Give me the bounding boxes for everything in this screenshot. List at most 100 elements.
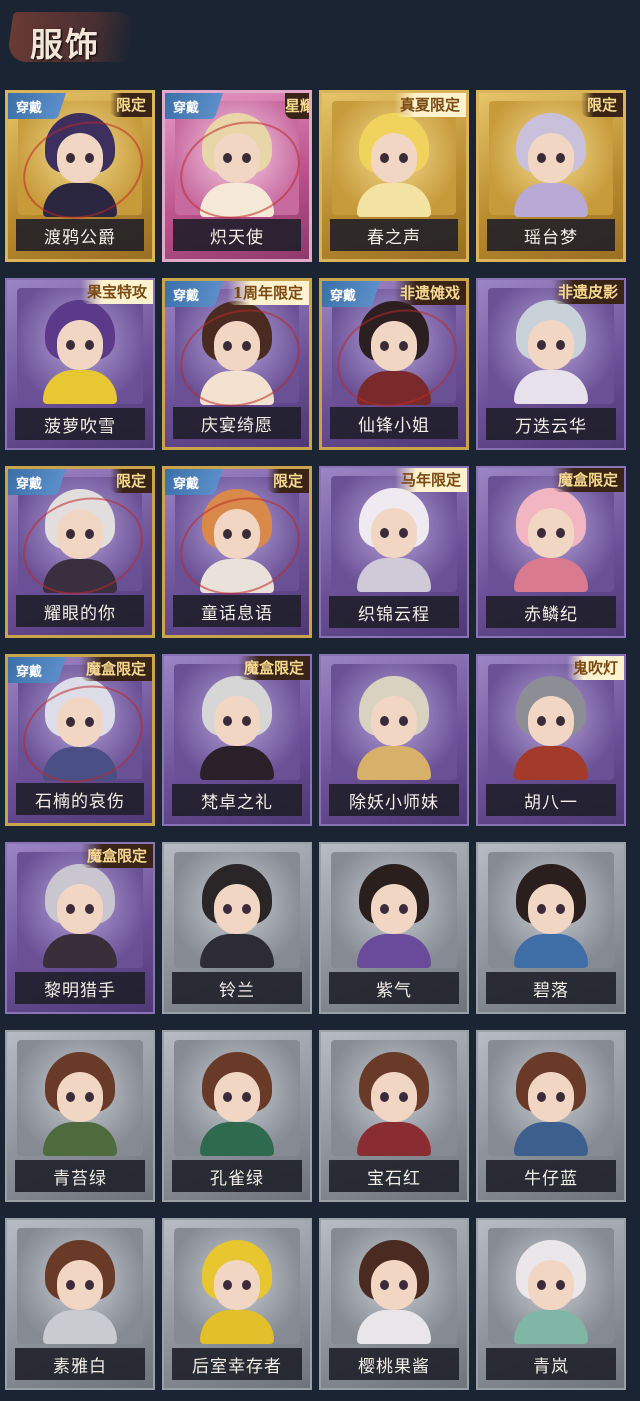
costume-name-bar: 素雅白 <box>15 1348 145 1380</box>
outfit-shape <box>357 934 431 968</box>
costume-card[interactable]: 穿戴 1周年限定 庆宴绮愿 <box>162 278 312 450</box>
costume-card[interactable]: 铃兰 <box>162 842 312 1014</box>
worn-badge-label: 穿戴 <box>173 101 200 116</box>
worn-badge-label: 穿戴 <box>16 477 43 492</box>
costume-card[interactable]: 穿戴 限定 童话息语 <box>162 466 312 638</box>
costume-card[interactable]: 后室幸存者 <box>162 1218 312 1390</box>
eye-icon <box>556 904 565 914</box>
character-avatar-icon <box>192 676 282 780</box>
eye-icon <box>242 1280 251 1290</box>
costume-name: 素雅白 <box>53 1356 107 1377</box>
costume-card[interactable]: 紫气 <box>319 842 469 1014</box>
character-avatar-icon <box>506 488 596 592</box>
costume-card[interactable]: 宝石红 <box>319 1030 469 1202</box>
costume-portrait <box>489 101 613 217</box>
limited-tag: 限定 <box>266 469 309 493</box>
costume-card[interactable]: 穿戴 限定 渡鸦公爵 <box>5 90 155 262</box>
outfit-shape <box>514 183 588 217</box>
costume-portrait <box>174 1040 300 1156</box>
costume-portrait <box>174 852 300 968</box>
costume-card[interactable]: 牛仔蓝 <box>476 1030 626 1202</box>
costume-card[interactable]: 孔雀绿 <box>162 1030 312 1202</box>
costume-card[interactable]: 魔盒限定 赤鳞纪 <box>476 466 626 638</box>
costume-name: 织锦云程 <box>358 604 430 625</box>
header: 服饰 <box>0 0 640 78</box>
costume-name: 青岚 <box>533 1356 569 1377</box>
costume-name-bar: 紫气 <box>329 972 459 1004</box>
costume-name-bar: 孔雀绿 <box>172 1160 302 1192</box>
eye-icon <box>537 340 546 350</box>
face-shape <box>371 1072 417 1122</box>
outfit-shape <box>200 746 274 780</box>
eye-icon <box>399 528 408 538</box>
eye-icon <box>223 1092 232 1102</box>
eye-icon <box>380 904 389 914</box>
outfit-shape <box>200 1310 274 1344</box>
outfit-shape <box>357 183 431 217</box>
costume-name: 除妖小师妹 <box>349 792 439 813</box>
costume-card[interactable]: 青苔绿 <box>5 1030 155 1202</box>
costume-name-bar: 牛仔蓝 <box>486 1160 616 1192</box>
costume-card[interactable]: 穿戴 星耀限定炽天使 <box>162 90 312 262</box>
costume-card[interactable]: 除妖小师妹 <box>319 654 469 826</box>
face-shape <box>214 696 260 746</box>
costume-name: 仙锋小姐 <box>358 415 430 436</box>
costume-name-bar: 青岚 <box>486 1348 616 1380</box>
costume-portrait <box>488 288 614 404</box>
costume-card[interactable]: 非遗皮影 万迭云华 <box>476 278 626 450</box>
costume-portrait <box>331 1040 457 1156</box>
costume-name: 牛仔蓝 <box>524 1168 578 1189</box>
costume-card[interactable]: 马年限定 织锦云程 <box>319 466 469 638</box>
character-avatar-icon <box>35 1052 125 1156</box>
face-shape <box>528 696 574 746</box>
eye-icon <box>85 1092 94 1102</box>
costume-name: 樱桃果酱 <box>358 1356 430 1377</box>
eye-icon <box>537 153 546 163</box>
costume-card[interactable]: 魔盒限定 梵卓之礼 <box>162 654 312 826</box>
face-shape <box>371 508 417 558</box>
costume-card[interactable]: 素雅白 <box>5 1218 155 1390</box>
costume-name: 梵卓之礼 <box>201 792 273 813</box>
costume-card[interactable]: 樱桃果酱 <box>319 1218 469 1390</box>
costume-portrait <box>488 1040 614 1156</box>
character-avatar-icon <box>192 864 282 968</box>
costume-name-bar: 赤鳞纪 <box>486 596 616 628</box>
limited-tag: 1周年限定 <box>226 281 309 305</box>
limited-tag: 真夏限定 <box>393 93 466 117</box>
costume-name: 春之声 <box>367 227 421 248</box>
costume-name-bar: 碧落 <box>486 972 616 1004</box>
costume-card[interactable]: 碧落 <box>476 842 626 1014</box>
outfit-shape <box>514 1310 588 1344</box>
character-avatar-icon <box>192 1240 282 1344</box>
character-avatar-icon <box>506 113 596 217</box>
costume-name-bar: 石楠的哀伤 <box>16 783 144 815</box>
costume-portrait <box>174 664 300 780</box>
costume-card[interactable]: 果宝特攻 菠萝吹雪 <box>5 278 155 450</box>
limited-tag: 魔盒限定 <box>79 657 152 681</box>
eye-icon <box>380 528 389 538</box>
limited-tag: 魔盒限定 <box>80 844 153 868</box>
costume-card[interactable]: 穿戴 魔盒限定 石楠的哀伤 <box>5 654 155 826</box>
outfit-shape <box>200 1122 274 1156</box>
outfit-shape <box>43 1310 117 1344</box>
outfit-shape <box>43 370 117 404</box>
costume-card[interactable]: 青岚 <box>476 1218 626 1390</box>
costume-card[interactable]: 限定 瑶台梦 <box>476 90 626 262</box>
costume-name-bar: 黎明猎手 <box>15 972 145 1004</box>
costume-name-bar: 炽天使 <box>173 219 301 251</box>
costume-card[interactable]: 真夏限定春之声 <box>319 90 469 262</box>
costume-name: 石楠的哀伤 <box>35 791 125 812</box>
costume-card[interactable]: 魔盒限定黎明猎手 <box>5 842 155 1014</box>
eye-icon <box>380 1092 389 1102</box>
face-shape <box>57 884 103 934</box>
face-shape <box>528 884 574 934</box>
costume-card[interactable]: 穿戴 非遗傩戏 仙锋小姐 <box>319 278 469 450</box>
costume-name-bar: 樱桃果酱 <box>329 1348 459 1380</box>
outfit-shape <box>514 370 588 404</box>
face-shape <box>371 696 417 746</box>
costume-card[interactable]: 鬼吹灯 胡八一 <box>476 654 626 826</box>
costume-card[interactable]: 穿戴 限定 耀眼的你 <box>5 466 155 638</box>
eye-icon <box>242 1092 251 1102</box>
limited-tag: 果宝特攻 <box>80 280 153 304</box>
limited-tag: 鬼吹灯 <box>566 656 624 680</box>
